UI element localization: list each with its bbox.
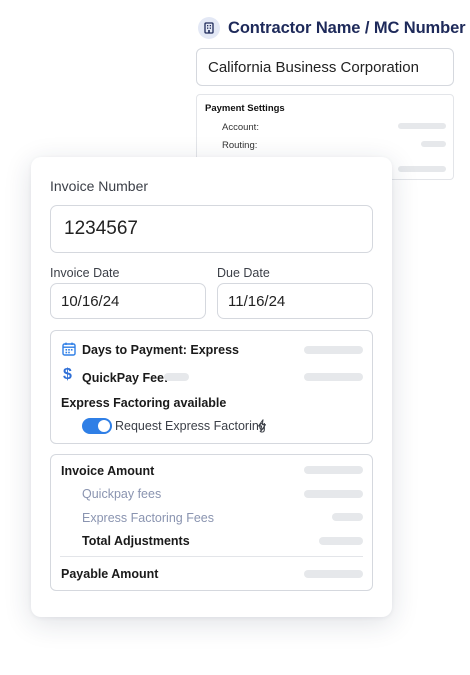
express-factoring-fees-placeholder [332, 513, 363, 521]
factoring-available-label: Express Factoring available [61, 396, 227, 410]
dollar-icon: $ [63, 366, 72, 383]
quickpay-fee-label: QuickPay Fee: [82, 371, 169, 385]
account-value-placeholder [398, 123, 446, 129]
total-adjustments-placeholder [319, 537, 363, 545]
total-adjustments-label: Total Adjustments [82, 534, 190, 548]
invoice-date-label: Invoice Date [50, 266, 120, 280]
due-date-label: Due Date [217, 266, 270, 280]
bolt-icon [258, 419, 266, 432]
payable-amount-label: Payable Amount [61, 567, 159, 581]
payable-amount-placeholder [304, 570, 363, 578]
quickpay-fees-label: Quickpay fees [82, 487, 162, 501]
routing-label: Routing: [222, 140, 258, 151]
contractor-title: Contractor Name / MC Number [228, 18, 466, 37]
building-icon [198, 17, 220, 39]
stage: Contractor Name / MC Number California B… [0, 0, 470, 675]
quickpay-fee-inline-placeholder [164, 373, 189, 381]
days-value-placeholder [304, 346, 363, 354]
invoice-amount-label: Invoice Amount [61, 464, 155, 478]
invoice-number-input[interactable]: 1234567 [50, 205, 373, 253]
extra-value-placeholder [398, 166, 446, 172]
amounts-divider [60, 556, 363, 557]
request-factoring-label: Request Express Factoring [115, 419, 266, 433]
amounts-box: Invoice Amount Quickpay fees Express Fac… [50, 454, 373, 591]
quickpay-value-placeholder [304, 373, 363, 381]
invoice-card: Invoice Number 1234567 Invoice Date Due … [31, 157, 392, 617]
due-date-input[interactable]: 11/16/24 [217, 283, 373, 319]
express-factoring-fees-label: Express Factoring Fees [82, 511, 214, 525]
routing-value-placeholder [421, 141, 446, 147]
payment-settings-title: Payment Settings [205, 103, 285, 114]
toggle-knob [98, 420, 110, 432]
invoice-number-label: Invoice Number [50, 178, 149, 194]
contractor-header: Contractor Name / MC Number [198, 16, 466, 40]
days-to-payment-label: Days to Payment: Express [82, 343, 240, 357]
account-label: Account: [222, 122, 259, 133]
contractor-name-field[interactable]: California Business Corporation [196, 48, 454, 86]
invoice-date-input[interactable]: 10/16/24 [50, 283, 206, 319]
payment-options-box: Days to Payment: Express $ QuickPay Fee:… [50, 330, 373, 444]
calendar-icon [62, 342, 76, 356]
quickpay-fees-placeholder [304, 490, 363, 498]
request-factoring-toggle[interactable] [82, 418, 112, 434]
invoice-amount-placeholder [304, 466, 363, 474]
